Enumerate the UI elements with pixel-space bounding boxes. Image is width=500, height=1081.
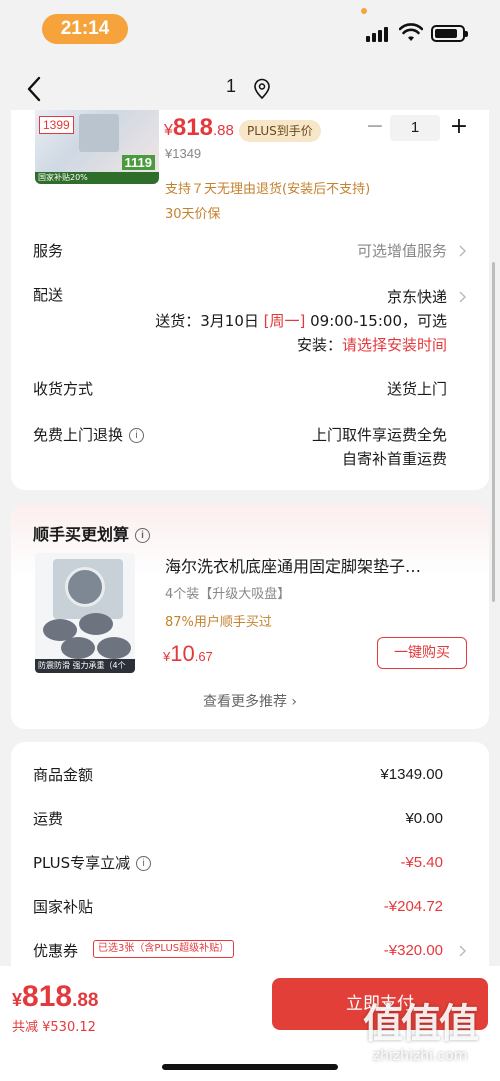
product-card: 1399 1119 国家补贴20% ¥818.88 PLUS到手价 ¥1349 … [11, 110, 489, 490]
nav-bar: 1 [0, 62, 500, 114]
info-icon[interactable]: i [129, 428, 145, 443]
service-label: 服务 [33, 242, 64, 260]
quantity-input[interactable]: 1 [390, 115, 440, 141]
receive-method-label: 收货方式 [33, 380, 94, 398]
shipping-value: ¥0.00 [405, 810, 443, 827]
delivery-row[interactable]: 配送 京东快递 送货：3月10日 [周一] 09:00-15:00，可选 安装：… [11, 278, 489, 358]
back-arrow-icon[interactable] [22, 74, 48, 104]
scrollbar[interactable] [492, 262, 495, 602]
watermark-url: zhizhizhi.com [372, 1048, 468, 1064]
recommend-name[interactable]: 海尔洗衣机底座通用固定脚架垫子… [165, 553, 465, 577]
cellular-signal-icon [366, 26, 390, 42]
info-icon[interactable]: i [136, 856, 152, 871]
free-return-row: 免费上门退换 i 上门取件享运费全免 自寄补首重运费 [11, 416, 489, 472]
plus-discount-label: PLUS专享立减 i [33, 852, 152, 873]
service-value: 可选增值服务 [356, 242, 447, 260]
thumb-band: 防震防滑 强力承重（4个装） [35, 659, 135, 673]
thumb-old-price: 1399 [39, 116, 74, 134]
status-time: 21:14 [42, 14, 128, 44]
subsidy-label: 国家补贴 [33, 898, 94, 916]
subsidy-value: -¥204.72 [383, 898, 443, 915]
watermark-logo: 值值值 [363, 1001, 479, 1047]
free-return-label: 免费上门退换 i [33, 424, 145, 445]
delivery-schedule: 送货：3月10日 [周一] 09:00-15:00，可选 [155, 312, 447, 330]
coupon-tag[interactable]: 已选3张（含PLUS超级补贴） [93, 940, 235, 958]
goods-amount-value: ¥1349.00 [380, 766, 443, 783]
recommend-card: 顺手买更划算i 防震防滑 强力承重（4个装） 海尔洗衣机底座通用固定脚架垫子… … [11, 503, 489, 729]
free-return-value-2: 自寄补首重运费 [341, 450, 447, 468]
increase-button[interactable]: + [447, 115, 471, 141]
watermark: 值值值 zhizhizhi.com [350, 1000, 490, 1076]
thumb-new-price: 1119 [121, 155, 155, 170]
washer-image [79, 114, 119, 152]
receive-method-row[interactable]: 收货方式 送货上门 [11, 372, 489, 402]
install-schedule[interactable]: 安装：请选择安装时间 [297, 334, 447, 355]
one-click-buy-button[interactable]: 一键购买 [377, 637, 467, 669]
delivery-value: 京东快递 [386, 288, 447, 306]
quantity-stepper: − 1 + [363, 115, 473, 141]
product-thumbnail[interactable]: 1399 1119 国家补贴20% [35, 110, 159, 184]
service-row[interactable]: 服务 可选增值服务 [11, 234, 489, 264]
home-indicator[interactable] [162, 1064, 338, 1070]
more-recommend-link[interactable]: 查看更多推荐 › [11, 691, 489, 711]
total-saved: 共减 ¥530.12 [12, 1020, 96, 1035]
plus-discount-value: -¥5.40 [400, 854, 443, 871]
recommend-stat: 87%用户顺手买过 [165, 615, 272, 630]
free-return-value-1: 上门取件享运费全免 [311, 426, 447, 444]
decrease-button[interactable]: − [363, 115, 387, 141]
location-pin-icon[interactable] [252, 78, 272, 100]
nav-title: 1 [226, 76, 237, 96]
wifi-icon [399, 23, 423, 41]
pad-image [61, 637, 95, 659]
recommend-spec: 4个装【升级大吸盘】 [165, 587, 291, 602]
coupon-value[interactable]: -¥320.00 [384, 942, 443, 959]
chevron-right-icon [459, 291, 467, 303]
washer-door-image [65, 567, 105, 607]
original-price: ¥1349 [165, 146, 202, 161]
coupon-label: 优惠券 [33, 942, 79, 960]
chevron-right-icon [459, 245, 467, 257]
price-summary-card: 商品金额 ¥1349.00 运费 ¥0.00 PLUS专享立减 i -¥5.40 … [11, 742, 489, 992]
recommend-title: 顺手买更划算 i [33, 521, 151, 545]
thumb-subsidy-band: 国家补贴20% [35, 172, 159, 184]
pad-image [97, 637, 131, 659]
pad-image [79, 613, 113, 635]
plus-price-tag: PLUS到手价 [239, 120, 321, 142]
return-policy: 支持７天无理由退货(安装后不支持) [165, 182, 371, 197]
shipping-label: 运费 [33, 810, 64, 828]
total-price: ¥818.88 [12, 980, 99, 1013]
battery-icon [431, 25, 468, 42]
price-protection: 30天价保 [165, 207, 221, 222]
delivery-label: 配送 [33, 286, 64, 304]
recommend-thumbnail[interactable]: 防震防滑 强力承重（4个装） [35, 553, 135, 673]
chevron-right-icon [459, 945, 467, 957]
receive-method-value: 送货上门 [386, 380, 447, 398]
goods-amount-label: 商品金额 [33, 766, 94, 784]
recording-dot-icon [361, 8, 367, 14]
recommend-price: ¥10.67 [163, 641, 213, 666]
product-price: ¥818.88 [164, 114, 234, 141]
info-icon[interactable]: i [135, 528, 151, 543]
status-bar: 21:14 [0, 0, 500, 62]
